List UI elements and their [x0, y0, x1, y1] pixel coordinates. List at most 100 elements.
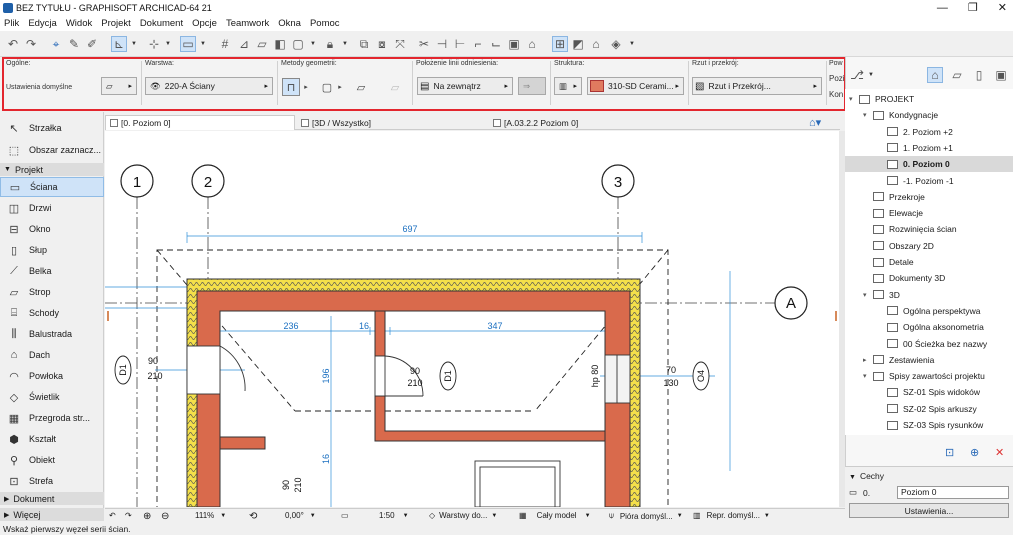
navigator-options-dropdown-icon[interactable]: ▼	[867, 67, 875, 83]
navigator-item[interactable]: Detale	[845, 254, 1013, 270]
tool-railing[interactable]: ⫼ Balustrada	[0, 324, 104, 344]
project-map-icon[interactable]: ⌂	[927, 67, 943, 83]
navigator-item[interactable]: 00 Ścieżka bez nazwy	[845, 336, 1013, 352]
chevron-down-icon[interactable]: ▾	[863, 372, 873, 380]
trim-icon[interactable]: ⊢	[452, 36, 468, 52]
scale-icon[interactable]: ▭	[341, 511, 349, 520]
group-wiecej[interactable]: ▶ Więcej	[0, 508, 104, 521]
house-3d-icon[interactable]: ⌂	[588, 36, 604, 52]
navigator-item[interactable]: Elewacje	[845, 205, 1013, 221]
tool-roof[interactable]: ⌂ Dach	[0, 345, 104, 365]
view-map-icon[interactable]: ▱	[949, 67, 965, 83]
tool-door[interactable]: ◫ Drzwi	[0, 198, 104, 218]
inject-icon[interactable]: ✐	[84, 36, 100, 52]
model-value[interactable]: ▦ Cały model ▼	[519, 511, 591, 520]
menu-plik[interactable]: Plik	[4, 18, 19, 29]
navigator-options-icon[interactable]: ⎇	[849, 67, 865, 83]
tool-skylight[interactable]: ◇ Świetlik	[0, 387, 104, 407]
guide-dropdown-icon[interactable]: ▼	[164, 36, 172, 52]
redo-icon[interactable]: ↷	[23, 36, 39, 52]
group-icon[interactable]: ⧉	[356, 36, 372, 52]
guide-lines-icon[interactable]: ⊹	[146, 36, 162, 52]
floor-plan-canvas[interactable]: 1 2 3 A 697 236 16 347 196 16 D1 D1 O4 9…	[105, 131, 840, 507]
menu-opcje[interactable]: Opcje	[192, 18, 217, 29]
navigator-item[interactable]: 1. Poziom +1	[845, 140, 1013, 156]
group-dokument[interactable]: ▶ Dokument	[0, 492, 104, 505]
tool-wall[interactable]: ▭ Ściana	[0, 177, 104, 197]
snap-guides-icon[interactable]: ⊾	[111, 36, 127, 52]
zoom-value[interactable]: 111% ▼	[195, 511, 226, 520]
tool-slab[interactable]: ▱ Strop	[0, 282, 104, 302]
delete-view-icon[interactable]: ✕	[995, 446, 1004, 459]
scissors-icon[interactable]: ✂	[416, 36, 432, 52]
intersect-icon[interactable]: ⌂	[524, 36, 540, 52]
menu-teamwork[interactable]: Teamwork	[226, 18, 269, 29]
angle-value[interactable]: 0,00° ▼	[285, 511, 316, 520]
menu-okna[interactable]: Okna	[278, 18, 301, 29]
tool-shell[interactable]: ◠ Powłoka	[0, 366, 104, 386]
tool-arrow[interactable]: ↖ Strzałka	[0, 118, 104, 138]
navigator-item[interactable]: -1. Poziom -1	[845, 173, 1013, 189]
menu-projekt[interactable]: Projekt	[101, 18, 131, 29]
gravity-icon[interactable]: ▭	[180, 36, 196, 52]
menu-widok[interactable]: Widok	[66, 18, 92, 29]
clone-view-icon[interactable]: ⊕	[970, 446, 979, 459]
3d-style-icon[interactable]: ◈	[608, 36, 624, 52]
navigator-item[interactable]: ▾ PROJEKT	[845, 91, 1013, 107]
navigator-item[interactable]: ▸ Zestawienia	[845, 352, 1013, 368]
explode-icon[interactable]: ⤧	[392, 36, 408, 52]
undo-icon[interactable]: ↶	[5, 36, 21, 52]
3d-window-icon[interactable]: ⊞	[552, 36, 568, 52]
tab-floor-plan[interactable]: [0. Poziom 0]	[105, 115, 295, 130]
navigator-item[interactable]: Obszary 2D	[845, 238, 1013, 254]
navigator-item[interactable]: SZ-01 Spis widoków	[845, 384, 1013, 400]
adjust-icon[interactable]: ⌙	[488, 36, 504, 52]
gravity-dropdown-icon[interactable]: ▼	[199, 36, 207, 52]
lock-dropdown-icon[interactable]: ▼	[341, 36, 349, 52]
navigator-item[interactable]: Ogólna aksonometria	[845, 319, 1013, 335]
menu-pomoc[interactable]: Pomoc	[310, 18, 340, 29]
menu-edycja[interactable]: Edycja	[28, 18, 57, 29]
navigator-item[interactable]: Przekroje	[845, 189, 1013, 205]
navigator-item[interactable]: Dokumenty 3D	[845, 270, 1013, 286]
settings-button[interactable]: Ustawienia...	[849, 503, 1009, 518]
properties-name-field[interactable]: Poziom 0	[897, 486, 1009, 499]
scale-value[interactable]: 1:50 ▼	[379, 511, 409, 520]
grid-snap-icon[interactable]: #	[217, 36, 233, 52]
new-view-icon[interactable]: ⊡	[945, 446, 954, 459]
navigator-item[interactable]: ▾ Kondygnacje	[845, 107, 1013, 123]
rotate-icon[interactable]: ⟲	[249, 511, 257, 522]
zoom-out-icon[interactable]: ⊖	[161, 511, 169, 522]
navigator-item[interactable]: 0. Poziom 0	[845, 156, 1013, 173]
navigator-item[interactable]: SZ-02 Spis arkuszy	[845, 401, 1013, 417]
chevron-right-icon[interactable]: ▸	[863, 356, 873, 364]
chevron-down-icon[interactable]: ▾	[863, 291, 873, 299]
tab-menu-icon[interactable]: ⌂▾	[805, 115, 835, 130]
edit-plane-icon[interactable]: ▱	[254, 36, 270, 52]
tab-layout[interactable]: [A.03.2.2 Poziom 0]	[489, 115, 679, 130]
tool-morph[interactable]: ⬢ Kształt	[0, 429, 104, 449]
chevron-down-icon[interactable]: ▾	[849, 95, 859, 103]
navigator-item[interactable]: Rozwinięcia ścian	[845, 221, 1013, 237]
tool-marquee[interactable]: ⬚ Obszar zaznacz...	[0, 140, 104, 160]
3d-select-icon[interactable]: ◩	[570, 36, 586, 52]
navigator-item[interactable]: ▾ 3D	[845, 287, 1013, 303]
tool-column[interactable]: ▯ Słup	[0, 240, 104, 260]
layer-combo-icon[interactable]: ▢	[290, 36, 306, 52]
tool-object[interactable]: ⚲ Obiekt	[0, 450, 104, 470]
offset-icon[interactable]: ▣	[506, 36, 522, 52]
restore-button[interactable]: ❐	[968, 0, 978, 16]
tab-3d[interactable]: [3D / Wszystko]	[297, 115, 487, 130]
tool-beam[interactable]: ⟋ Belka	[0, 261, 104, 281]
suspend-groups-icon[interactable]: ⊿	[236, 36, 252, 52]
navigator-item[interactable]: ▾ Spisy zawartości projektu	[845, 368, 1013, 384]
trace-icon[interactable]: ◧	[272, 36, 288, 52]
lock-icon[interactable]: 🔒︎	[322, 36, 338, 52]
layout-book-icon[interactable]: ▯	[971, 67, 987, 83]
navigator-item[interactable]: Ogólna perspektywa	[845, 303, 1013, 319]
tool-window[interactable]: ⊟ Okno	[0, 219, 104, 239]
snap-dropdown-icon[interactable]: ▼	[130, 36, 138, 52]
chevron-down-icon[interactable]: ▾	[863, 111, 873, 119]
tool-stair[interactable]: ⌸ Schody	[0, 303, 104, 323]
split-icon[interactable]: ⊣	[434, 36, 450, 52]
